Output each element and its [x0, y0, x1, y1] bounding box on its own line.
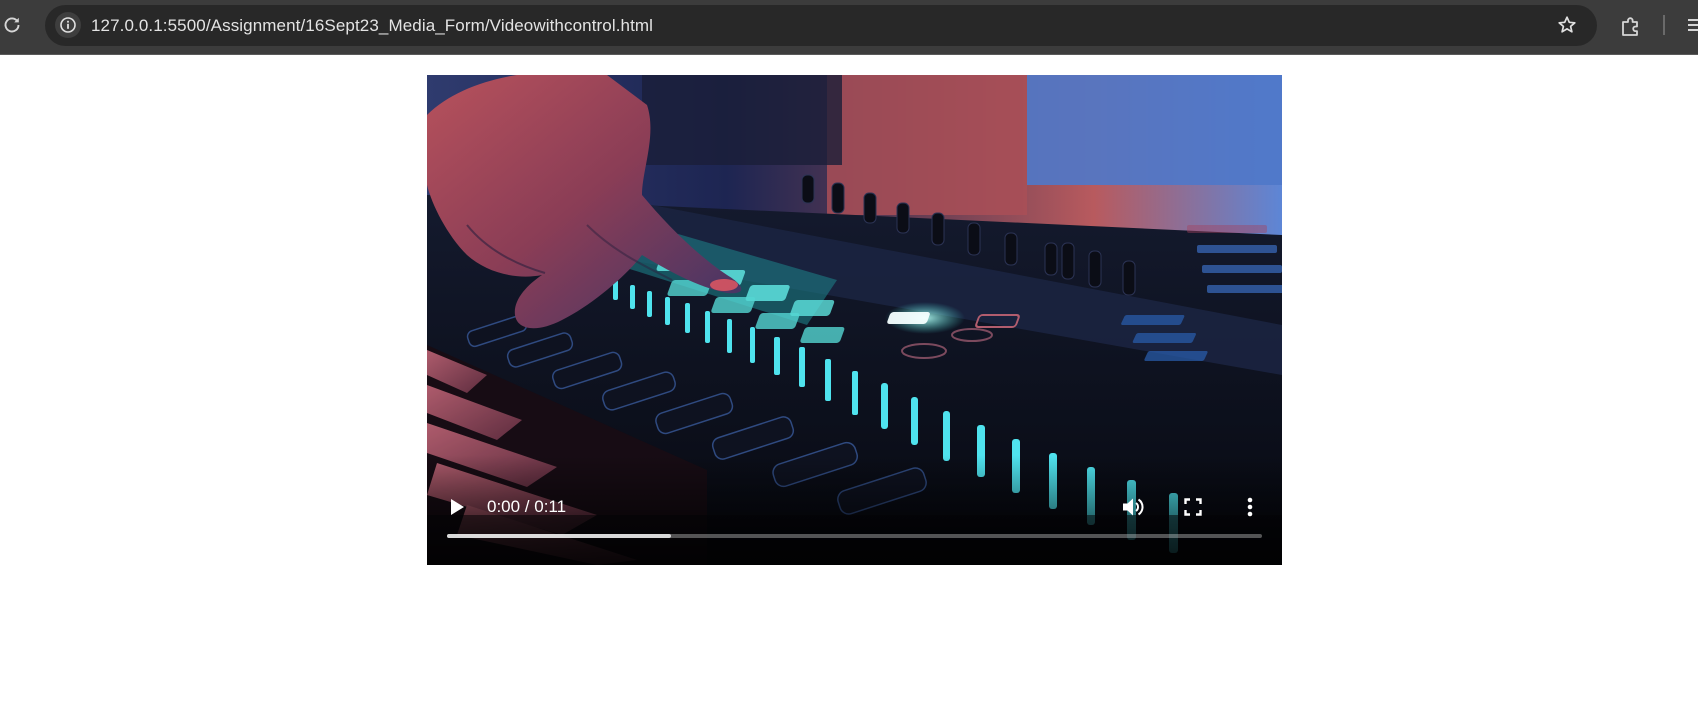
buffered-progress — [447, 534, 672, 538]
more-vertical-icon — [1247, 497, 1253, 517]
reload-icon — [4, 17, 20, 33]
more-options-button[interactable] — [1240, 494, 1260, 520]
browser-menu-button[interactable] — [1685, 14, 1698, 36]
browser-toolbar: 127.0.0.1:5500/Assignment/16Sept23_Media… — [0, 0, 1698, 55]
fullscreen-button[interactable] — [1180, 494, 1206, 520]
play-icon — [451, 499, 464, 515]
progress-bar[interactable] — [447, 534, 1262, 538]
info-icon — [60, 17, 76, 33]
menu-icon — [1688, 19, 1698, 31]
volume-button[interactable] — [1120, 494, 1146, 520]
time-display: 0:00 / 0:11 — [487, 497, 567, 516]
star-icon — [1558, 16, 1576, 33]
toolbar-divider — [1663, 15, 1665, 35]
site-info-button[interactable] — [55, 12, 81, 38]
volume-icon — [1123, 498, 1144, 516]
fullscreen-icon — [1184, 498, 1202, 516]
extensions-button[interactable] — [1617, 12, 1645, 40]
video-player[interactable]: 0:00 / 0:11 — [427, 75, 1282, 565]
puzzle-piece-icon — [1622, 17, 1638, 36]
reload-button[interactable] — [0, 13, 24, 37]
address-bar[interactable]: 127.0.0.1:5500/Assignment/16Sept23_Media… — [45, 5, 1597, 46]
play-button[interactable] — [445, 495, 469, 519]
bookmark-button[interactable] — [1555, 13, 1579, 37]
url-text[interactable]: 127.0.0.1:5500/Assignment/16Sept23_Media… — [91, 5, 653, 46]
